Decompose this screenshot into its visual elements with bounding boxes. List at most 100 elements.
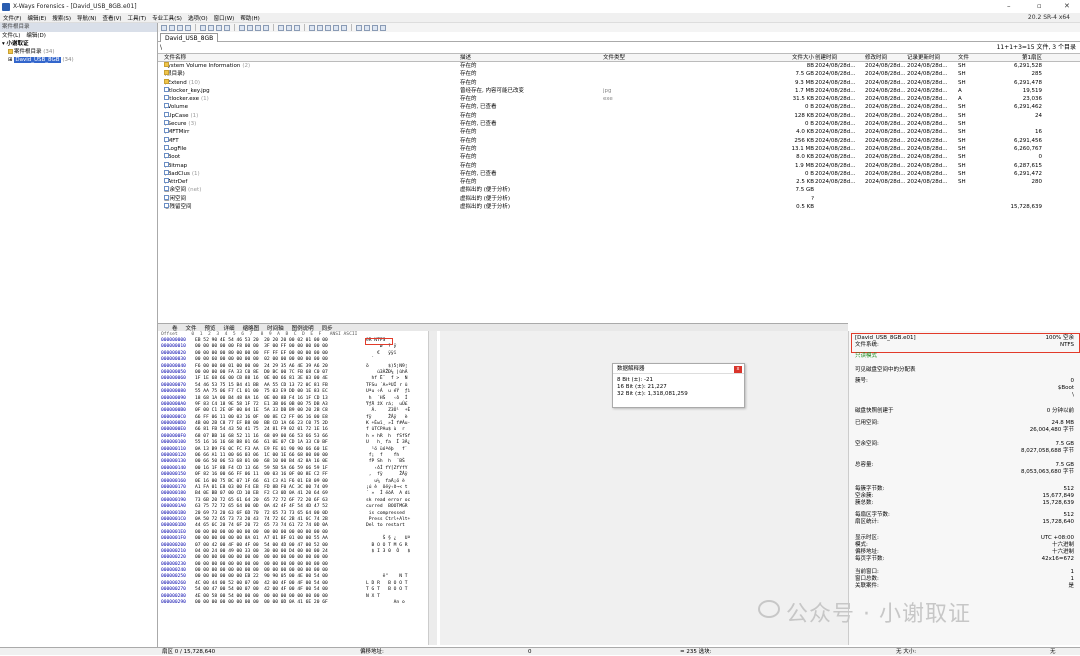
menu-item-options[interactable]: 选项(O): [185, 14, 211, 22]
menu-item-edit[interactable]: 编辑(E): [24, 14, 49, 22]
menu-item-file[interactable]: 文件(F): [0, 14, 24, 22]
interpreter-close-button[interactable]: x: [734, 366, 742, 373]
cell-name: $Extend (10): [164, 78, 201, 86]
hex-off: 000000290: [161, 600, 186, 606]
file-row[interactable]: Bitlocker.exe (1) 存在的 exe 31.5 KB 2024/08/28d…: [158, 95, 1080, 103]
file-row[interactable]: $Extend (10) 存在的 9.3 MB 2024/08/28d... 2024/0…: [158, 78, 1080, 87]
tree-item-root[interactable]: 案件根目录 (34): [2, 48, 157, 56]
bookmark-icon[interactable]: [294, 24, 300, 31]
info-row: 窗口总数: 1: [855, 576, 1074, 582]
maximize-icon[interactable]: ▫: [1037, 2, 1042, 10]
calc-icon[interactable]: [356, 24, 362, 31]
settings-icon[interactable]: [372, 24, 378, 31]
cell-size: 0 B: [804, 104, 814, 111]
col-sector[interactable]: 第1扇区: [998, 54, 1042, 62]
file-row[interactable]: $Boot 存在的 8.0 KB 2024/08/28d... 2024/08/28d.…: [158, 153, 1080, 161]
file-row[interactable]: $MFTMirr 存在的 4.0 KB 2024/08/28d... 2024/08/2…: [158, 128, 1080, 136]
paste-icon[interactable]: [216, 24, 222, 31]
cell-c3: 2024/08/28d...: [907, 154, 948, 161]
cell-type: jpg: [603, 87, 612, 94]
cut-icon[interactable]: [200, 24, 206, 31]
col-attr[interactable]: 文件: [958, 54, 988, 62]
file-row[interactable]: System Volume Information (2) 存在的 8B 2024/08…: [158, 62, 1080, 70]
file-row[interactable]: $Bitmap 存在的 1.9 MB 2024/08/28d... 2024/08/28…: [158, 161, 1080, 170]
cell-c1: 2024/08/28d...: [815, 179, 856, 186]
col-modified[interactable]: 修改时间: [865, 54, 913, 62]
tab-evidence[interactable]: David_USB_8GB: [160, 33, 219, 42]
analyze-icon[interactable]: [333, 24, 339, 31]
file-row[interactable]: $BadClus (1) 存在的, 已查看 0 B 2024/08/28d... 2024…: [158, 169, 1080, 178]
print-icon[interactable]: [185, 24, 191, 31]
table-icon[interactable]: [364, 24, 370, 31]
ntfs-highlight: [365, 338, 393, 345]
minimize-icon[interactable]: –: [1007, 2, 1011, 10]
file-row[interactable]: $AttrDef 存在的 2.5 KB 2024/08/28d... 2024/08/2…: [158, 178, 1080, 186]
cell-name: $UpCase (1): [164, 111, 199, 119]
open-icon[interactable]: [169, 24, 175, 31]
hex-editor[interactable]: Offset 0 1 2 3 4 5 6 7 8 9 A B C D E F A…: [158, 331, 440, 645]
title-bar: X-Ways Forensics - [David_USB_8GB.e01] –…: [0, 0, 1080, 13]
goto-icon[interactable]: [263, 24, 269, 31]
cell-sec: 0: [1038, 154, 1043, 161]
tree-item-case[interactable]: ▾ 小谢取证: [2, 40, 157, 48]
menu-item-search[interactable]: 搜索(S): [49, 14, 74, 22]
hash-icon[interactable]: [341, 24, 347, 31]
cell-sec: 280: [1031, 179, 1043, 186]
file-row[interactable]: 空闲空间 虚拟出的 (便于分析)?: [158, 194, 1080, 203]
cell-name: $LogFile: [164, 144, 187, 152]
case-menu-file[interactable]: 文件(L): [2, 32, 20, 40]
find-next-icon[interactable]: [247, 24, 253, 31]
copy-icon[interactable]: [208, 24, 214, 31]
new-icon[interactable]: [161, 24, 167, 31]
tree-item-evidence[interactable]: ⊞ David_USB_8GB (34): [2, 56, 157, 64]
file-row[interactable]: $Secure (3) 存在的, 已查看 0 B 2024/08/28d... 2024/…: [158, 120, 1080, 128]
file-row[interactable]: bitlocker_key.jpg 曾经存在, 内容可能已改变 jpg 1.7 MB 2…: [158, 86, 1080, 95]
undo-icon[interactable]: [224, 24, 230, 31]
col-created[interactable]: 创建时间: [815, 54, 863, 62]
col-record[interactable]: 记录更新时间: [907, 54, 957, 62]
col-type[interactable]: 文件类型: [603, 54, 663, 62]
app-logo-icon: [2, 2, 10, 11]
replace-icon[interactable]: [255, 24, 261, 31]
file-row[interactable]: $Volume 存在的, 已查看 0 B 2024/08/28d... 2024/08/…: [158, 103, 1080, 111]
col-name[interactable]: 文件名称: [164, 54, 364, 62]
cell-size: 256 KB: [794, 137, 814, 144]
close-icon[interactable]: ✕: [1064, 2, 1070, 10]
file-row[interactable]: $UpCase (1) 存在的 128 KB 2024/08/28d... 2024/08…: [158, 111, 1080, 120]
ram-icon[interactable]: [325, 24, 331, 31]
hex-row[interactable]: 000000290 00 00 00 00 00 00 00 00 00 00 0…: [158, 600, 440, 606]
cell-sec: 6,291,472: [1014, 170, 1042, 177]
info-row: 簇号: 0: [855, 378, 1074, 384]
forward-icon[interactable]: [286, 24, 292, 31]
hex-scrollbar[interactable]: [428, 331, 437, 645]
cell-attr: SH: [958, 179, 966, 186]
file-row[interactable]: 空余空间 (net) 虚拟出的 (便于分析) 7.5 GB: [158, 186, 1080, 194]
menu-item-tools[interactable]: 工具(T): [125, 14, 150, 22]
file-row[interactable]: $LogFile 存在的 13.1 MB 2024/08/28d... 2024/08/…: [158, 144, 1080, 153]
case-menu-edit[interactable]: 编辑(D): [26, 32, 46, 40]
menu-item-help[interactable]: 帮助(H): [237, 14, 262, 22]
cell-attr: SH: [958, 63, 966, 69]
col-desc[interactable]: 描述: [460, 54, 600, 62]
cell-size: 128 KB: [794, 112, 814, 119]
file-row[interactable]: (根目录) 存在的 7.5 GB 2024/08/28d... 2024/08/28d.…: [158, 70, 1080, 78]
info-row: 关联案件: 是: [855, 583, 1074, 589]
menu-item-navigate[interactable]: 导航(N): [74, 14, 99, 22]
cell-c1: 2024/08/28d...: [815, 71, 856, 78]
find-icon[interactable]: [239, 24, 245, 31]
file-row[interactable]: $MFT 存在的 256 KB 2024/08/28d... 2024/08/28d..…: [158, 136, 1080, 145]
menu-item-view[interactable]: 查看(V): [99, 14, 124, 22]
info-row: 当前窗口: 1: [855, 569, 1074, 575]
col-size[interactable]: 文件大小: [756, 54, 814, 62]
menu-item-window[interactable]: 窗口(W): [211, 14, 238, 22]
cell-c3: 2024/08/28d...: [907, 79, 948, 86]
file-row[interactable]: 卷残留空间 虚拟出的 (便于分析) 0.5 KB 15,728,639: [158, 203, 1080, 211]
menu-item-specialist[interactable]: 专业工具(S): [149, 14, 185, 22]
save-icon[interactable]: [177, 24, 183, 31]
cell-c2: 2024/08/28d...: [865, 71, 906, 78]
help-icon[interactable]: [380, 24, 386, 31]
back-icon[interactable]: [278, 24, 284, 31]
image-icon[interactable]: [317, 24, 323, 31]
disk-icon[interactable]: [309, 24, 315, 31]
cell-c1: 2024/08/28d...: [815, 104, 856, 111]
